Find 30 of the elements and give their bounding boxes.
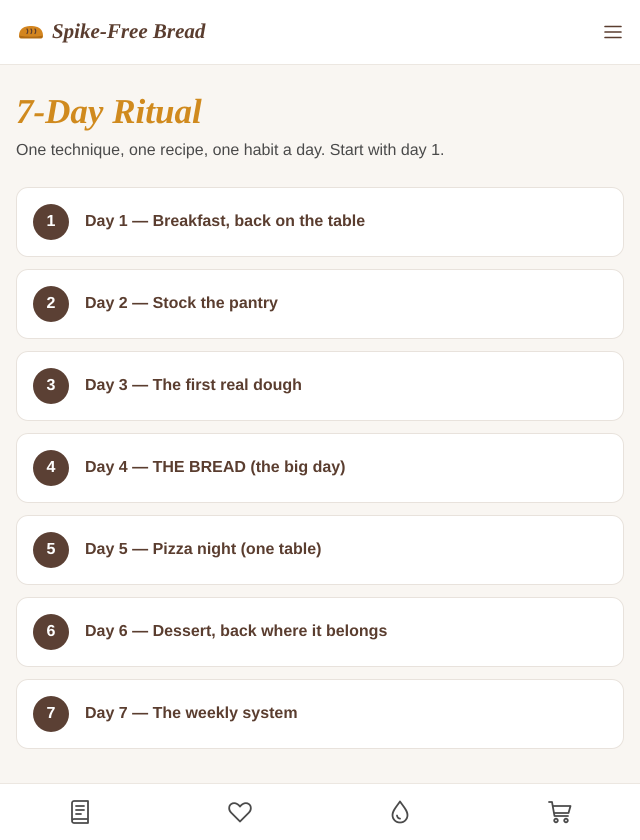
droplet-icon[interactable] bbox=[391, 800, 409, 824]
day-title: Day 6 — Dessert, back where it belongs bbox=[85, 622, 388, 642]
day-number-badge: 7 bbox=[33, 696, 69, 732]
day-title: Day 5 — Pizza night (one table) bbox=[85, 540, 322, 560]
day-card[interactable]: 6 Day 6 — Dessert, back where it belongs bbox=[16, 597, 624, 667]
day-title: Day 3 — The first real dough bbox=[85, 376, 302, 396]
day-number-badge: 5 bbox=[33, 532, 69, 568]
day-card[interactable]: 2 Day 2 — Stock the pantry bbox=[16, 269, 624, 339]
day-number-badge: 3 bbox=[33, 368, 69, 404]
day-title: Day 4 — THE BREAD (the big day) bbox=[85, 458, 346, 478]
day-title: Day 7 — The weekly system bbox=[85, 704, 298, 724]
day-number-badge: 4 bbox=[33, 450, 69, 486]
cart-icon[interactable] bbox=[548, 800, 572, 824]
day-title: Day 1 — Breakfast, back on the table bbox=[85, 212, 366, 232]
day-card[interactable]: 5 Day 5 — Pizza night (one table) bbox=[16, 515, 624, 585]
day-title: Day 2 — Stock the pantry bbox=[85, 294, 278, 314]
day-number-badge: 2 bbox=[33, 286, 69, 322]
book-icon[interactable] bbox=[70, 800, 90, 824]
bread-loaf-icon bbox=[18, 25, 44, 39]
menu-icon[interactable] bbox=[604, 25, 622, 39]
day-card[interactable]: 4 Day 4 — THE BREAD (the big day) bbox=[16, 433, 624, 503]
day-number-badge: 1 bbox=[33, 204, 69, 240]
day-card[interactable]: 7 Day 7 — The weekly system bbox=[16, 679, 624, 749]
day-number-badge: 6 bbox=[33, 614, 69, 650]
page-subtitle: One technique, one recipe, one habit a day. Start with day 1. bbox=[16, 141, 446, 161]
day-card[interactable]: 1 Day 1 — Breakfast, back on the table bbox=[16, 187, 624, 257]
day-card[interactable]: 3 Day 3 — The first real dough bbox=[16, 351, 624, 421]
heart-icon[interactable] bbox=[228, 802, 252, 822]
page-title: 7-Day Ritual bbox=[16, 91, 203, 133]
brand-title: Spike-Free Bread bbox=[52, 18, 206, 46]
